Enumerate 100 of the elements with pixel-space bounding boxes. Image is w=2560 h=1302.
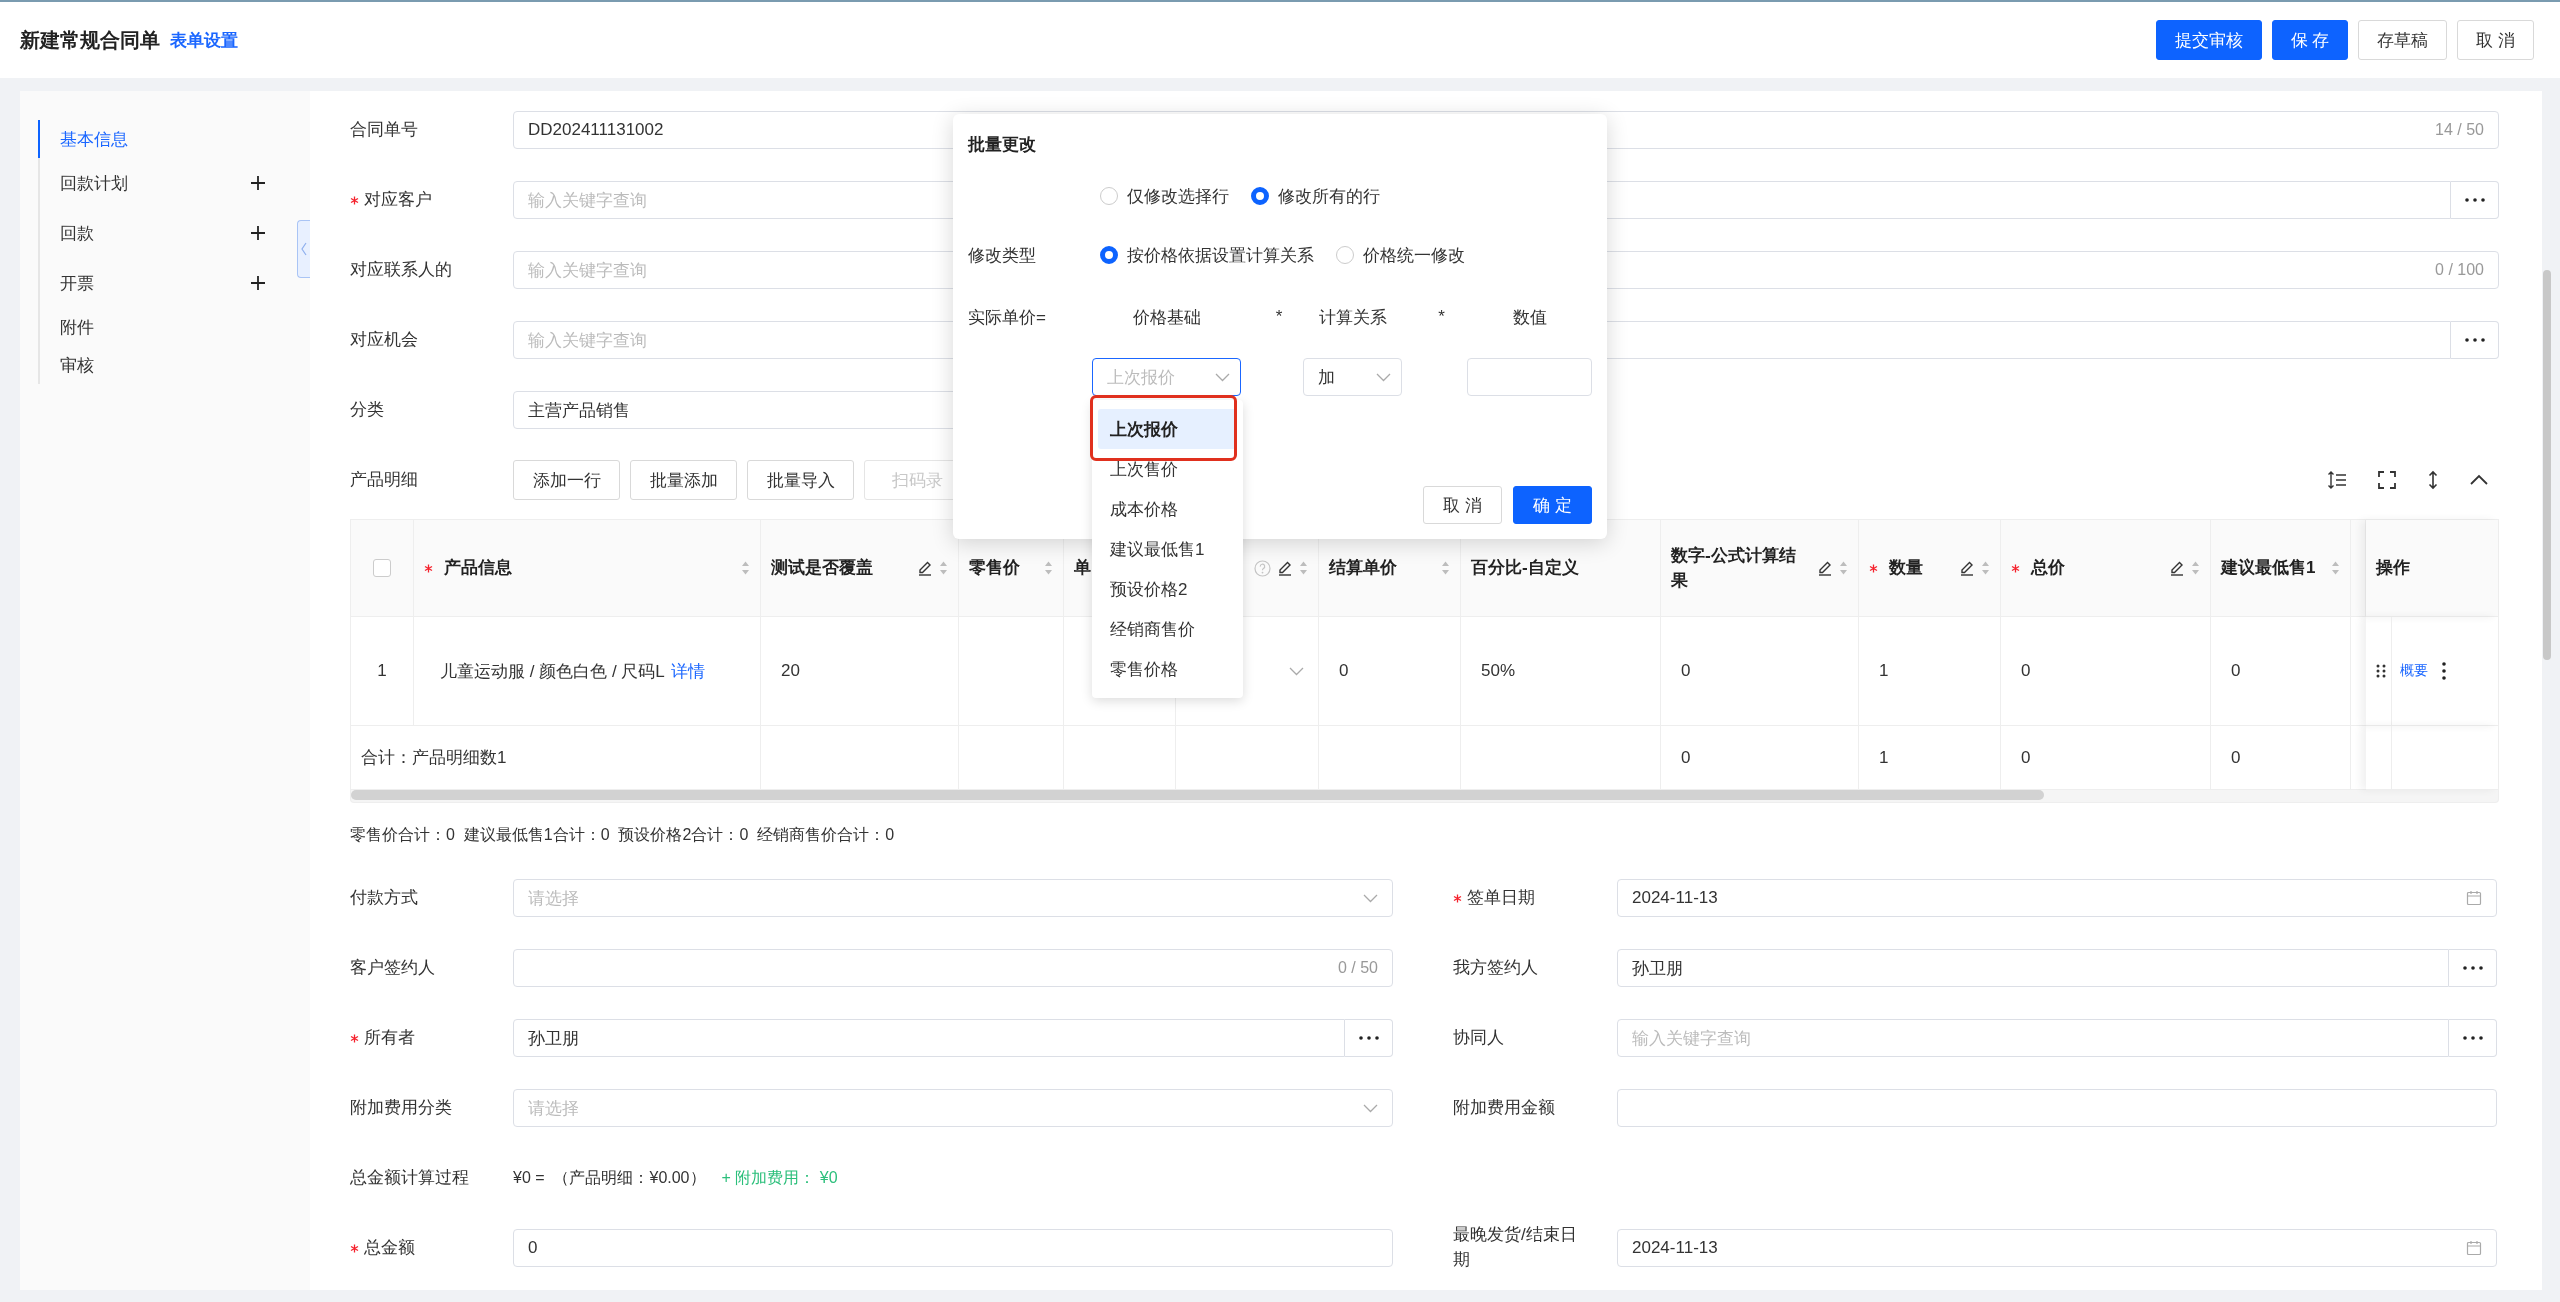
detail-link[interactable]: 详情 bbox=[670, 661, 705, 681]
more-icon bbox=[2464, 338, 2485, 342]
column-label: 价格基础 bbox=[1132, 307, 1201, 327]
dropdown-option[interactable]: 上次报价 bbox=[1098, 409, 1237, 449]
radio-button[interactable] bbox=[1100, 246, 1118, 264]
table-cell: 1 bbox=[351, 617, 414, 726]
sort-icon[interactable] bbox=[939, 560, 948, 576]
plus-icon[interactable] bbox=[250, 175, 266, 191]
more-icon bbox=[2462, 1036, 2483, 1040]
column-header[interactable]: 数量 bbox=[1859, 520, 2001, 617]
dropdown-option[interactable]: 预设价格2 bbox=[1098, 569, 1237, 609]
pencil-icon[interactable] bbox=[1959, 560, 1975, 576]
more-icon[interactable] bbox=[2442, 662, 2446, 680]
checkbox[interactable] bbox=[373, 559, 391, 577]
column-header[interactable]: 产品信息 bbox=[414, 520, 761, 617]
table-cell: 0 bbox=[1319, 617, 1461, 726]
date-field[interactable]: 2024-11-13 bbox=[1617, 879, 2497, 917]
sort-icon[interactable] bbox=[1044, 560, 1053, 576]
horizontal-scrollbar[interactable] bbox=[350, 790, 2499, 803]
sort-icon[interactable] bbox=[1441, 560, 1450, 576]
help-icon[interactable] bbox=[1254, 559, 1271, 577]
dropdown-option[interactable]: 建议最低售1 bbox=[1098, 529, 1237, 569]
fullscreen-icon[interactable] bbox=[2377, 470, 2397, 490]
vertical-scrollbar[interactable] bbox=[2543, 270, 2551, 660]
header-button[interactable]: 取 消 bbox=[2457, 20, 2534, 60]
column-label: 计算关系 bbox=[1318, 307, 1387, 327]
dropdown-option[interactable]: 经销商售价 bbox=[1098, 609, 1237, 649]
popover-button[interactable]: 取 消 bbox=[1423, 486, 1502, 524]
sort-icon[interactable] bbox=[2331, 560, 2340, 576]
vertical-arrows-icon[interactable] bbox=[2427, 470, 2439, 490]
calendar-icon bbox=[2466, 890, 2482, 906]
text-field[interactable] bbox=[1617, 1089, 2497, 1127]
text-field[interactable]: 0 bbox=[513, 1229, 1393, 1267]
field-label: 修改类型 bbox=[968, 244, 1037, 267]
collapse-handle[interactable] bbox=[297, 220, 310, 278]
plus-icon[interactable] bbox=[250, 225, 266, 241]
sort-icon[interactable] bbox=[2191, 560, 2200, 576]
radio-option[interactable]: 按价格依据设置计算关系 bbox=[1100, 243, 1314, 267]
row-height-icon[interactable] bbox=[2327, 470, 2347, 490]
plus-icon[interactable] bbox=[250, 275, 266, 291]
lookup-field[interactable]: 孙卫朋 bbox=[1617, 949, 2449, 987]
pencil-icon[interactable] bbox=[2169, 560, 2185, 576]
product-text: 儿童运动服 / 颜色白色 / 尺码L 详情 bbox=[440, 660, 705, 683]
chevron-left-icon bbox=[301, 242, 307, 256]
sidebar-item[interactable]: 附件 bbox=[38, 308, 270, 346]
field-label: 签单日期 bbox=[1453, 887, 1535, 907]
sort-icon[interactable] bbox=[741, 560, 750, 576]
value-field[interactable] bbox=[1467, 358, 1592, 396]
formula-text: + 附加费用： ¥0 bbox=[721, 1167, 838, 1188]
sidebar-item[interactable]: 回款计划 bbox=[38, 158, 270, 208]
chevron-down-icon bbox=[1363, 893, 1378, 903]
form-settings-link[interactable]: 表单设置 bbox=[170, 28, 238, 52]
field-label: 付款方式 bbox=[350, 887, 418, 907]
column-header[interactable]: 总价 bbox=[2001, 520, 2211, 617]
sidebar-item[interactable]: 开票 bbox=[38, 258, 270, 308]
header-button[interactable]: 提交审核 bbox=[2155, 20, 2262, 60]
header-button[interactable]: 存草稿 bbox=[2358, 20, 2448, 60]
browse-button[interactable] bbox=[1345, 1019, 1393, 1057]
radio-option[interactable]: 仅修改选择行 bbox=[1100, 184, 1229, 208]
page-title: 新建常规合同单 bbox=[20, 27, 160, 53]
column-header[interactable]: 测试是否覆盖 bbox=[761, 520, 959, 617]
sidebar-item[interactable]: 基本信息 bbox=[38, 120, 270, 158]
date-field[interactable]: 2024-11-13 bbox=[1617, 1229, 2497, 1267]
dropdown-option[interactable]: 成本价格 bbox=[1098, 489, 1237, 529]
drag-handle-icon[interactable] bbox=[2376, 664, 2386, 678]
column-header[interactable] bbox=[2351, 520, 2366, 617]
sidebar-item[interactable]: 审核 bbox=[38, 346, 270, 384]
radio-button[interactable] bbox=[1251, 187, 1269, 205]
table-cell: 50% bbox=[1461, 617, 1661, 726]
pencil-icon[interactable] bbox=[917, 560, 933, 576]
table-cell: 1 bbox=[1859, 617, 2001, 726]
lookup-field[interactable]: 孙卫朋 bbox=[513, 1019, 1345, 1057]
radio-option[interactable]: 价格统一修改 bbox=[1336, 243, 1465, 267]
pencil-icon[interactable] bbox=[1817, 560, 1833, 576]
sort-icon[interactable] bbox=[1981, 560, 1990, 576]
summary-link[interactable]: 概要 bbox=[2400, 662, 2428, 680]
field-label: 附加费用金额 bbox=[1453, 1097, 1555, 1117]
table-cell: 0 bbox=[2211, 617, 2351, 726]
dropdown-option[interactable]: 上次售价 bbox=[1098, 449, 1237, 489]
browse-button[interactable] bbox=[2451, 321, 2499, 359]
popover-title: 批量更改 bbox=[968, 134, 1037, 156]
pencil-icon[interactable] bbox=[1277, 560, 1293, 576]
toolbar-button[interactable]: 添加一行 bbox=[513, 460, 620, 500]
column-header[interactable]: 建议最低售1 bbox=[2211, 520, 2351, 617]
field-label: 对应联系人的 bbox=[350, 259, 452, 279]
browse-button[interactable] bbox=[2449, 949, 2497, 987]
chevron-up-icon[interactable] bbox=[2469, 474, 2489, 486]
popover-button[interactable]: 确 定 bbox=[1513, 486, 1592, 524]
radio-option[interactable]: 修改所有的行 bbox=[1251, 184, 1380, 208]
dropdown-option[interactable]: 零售价格 bbox=[1098, 649, 1237, 689]
column-header[interactable]: 数字-公式计算结果 bbox=[1661, 520, 1859, 617]
header-button[interactable]: 保 存 bbox=[2271, 20, 2349, 60]
toolbar-button[interactable]: 批量导入 bbox=[747, 460, 854, 500]
sidebar-item[interactable]: 回款 bbox=[38, 208, 270, 258]
toolbar-button[interactable]: 批量添加 bbox=[630, 460, 737, 500]
browse-button[interactable] bbox=[2449, 1019, 2497, 1057]
dropdown-field[interactable]: 加 bbox=[1303, 358, 1402, 396]
browse-button[interactable] bbox=[2451, 181, 2499, 219]
sort-icon[interactable] bbox=[1299, 560, 1308, 576]
sort-icon[interactable] bbox=[1839, 560, 1848, 576]
